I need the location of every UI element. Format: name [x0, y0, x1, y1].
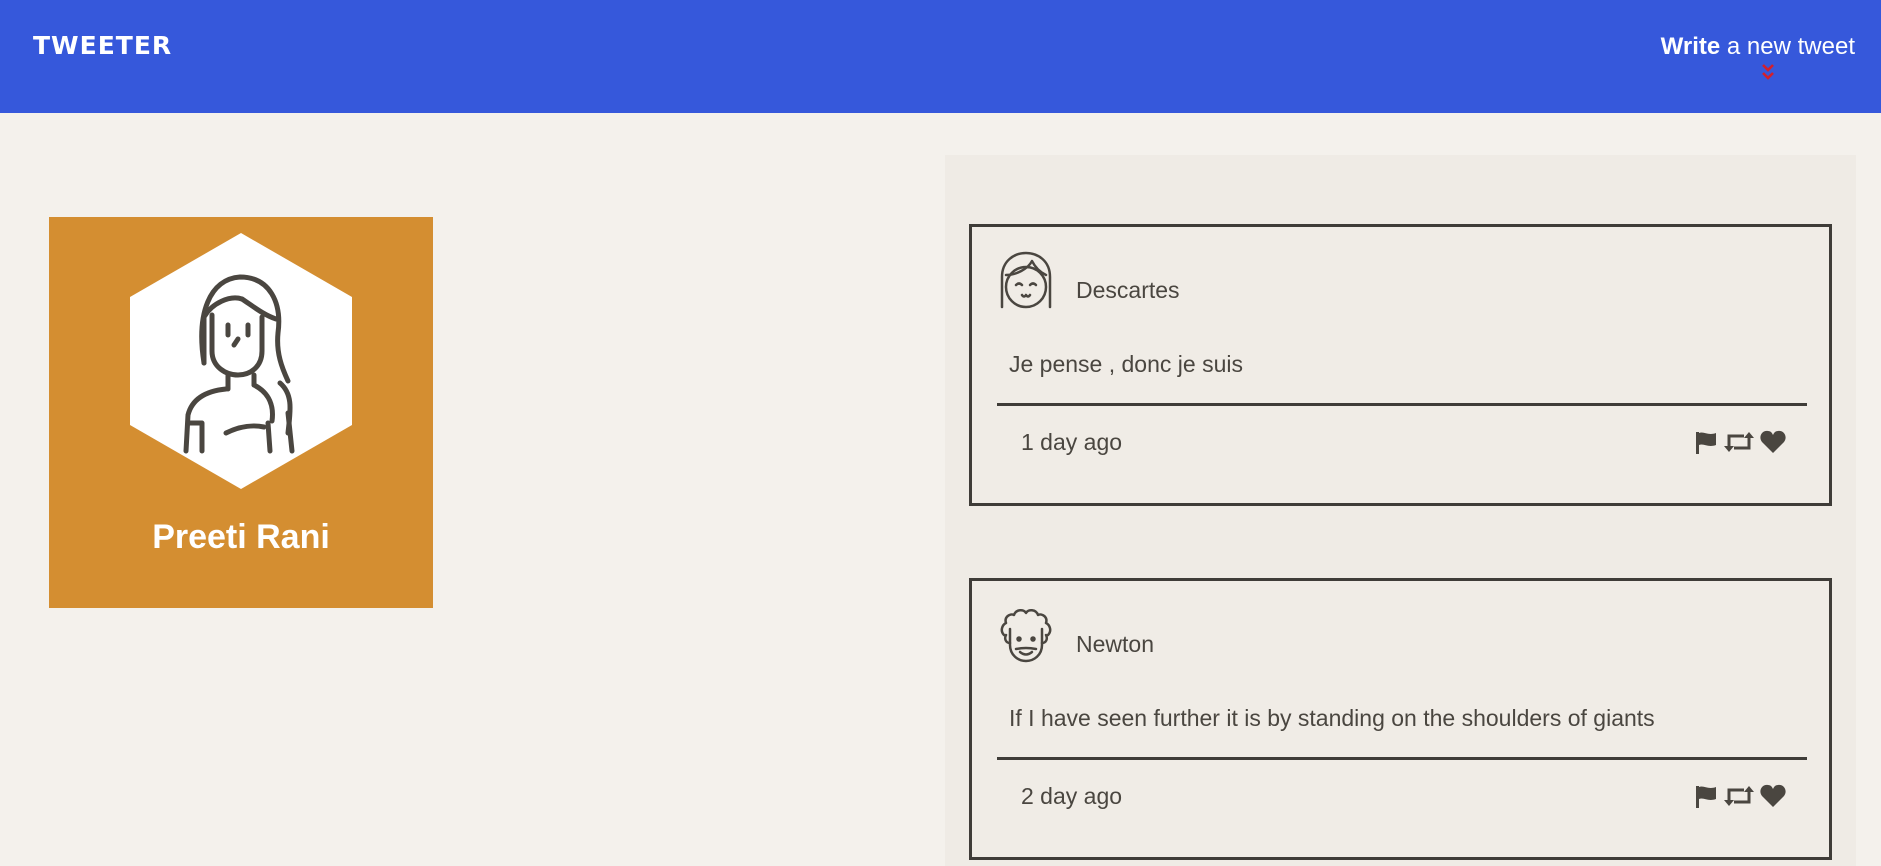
tweet-actions	[1694, 783, 1790, 809]
tweet-author[interactable]: Descartes	[1076, 277, 1180, 304]
heart-icon[interactable]	[1760, 430, 1786, 454]
tweet-feed: Descartes Je pense , donc je suis 1 day …	[945, 155, 1856, 866]
tweet-divider	[997, 757, 1807, 760]
navbar: TWEETER Write a new tweet	[0, 0, 1881, 113]
retweet-icon[interactable]	[1724, 430, 1754, 454]
tweet-actions	[1694, 429, 1790, 455]
heart-icon[interactable]	[1760, 784, 1786, 808]
write-new-tweet-link[interactable]: Write a new tweet	[1661, 33, 1855, 61]
retweet-icon[interactable]	[1724, 784, 1754, 808]
double-chevron-down-icon[interactable]	[1761, 62, 1775, 84]
tweet-timestamp: 2 day ago	[1021, 783, 1123, 809]
tweet-card: Descartes Je pense , donc je suis 1 day …	[969, 224, 1832, 506]
girl-face-icon	[1000, 251, 1052, 309]
flag-icon[interactable]	[1694, 430, 1718, 454]
tweet-card: Newton If I have seen further it is by s…	[969, 578, 1832, 860]
profile-card: Preeti Rani	[49, 217, 433, 608]
curly-hair-face-icon	[1000, 609, 1052, 663]
flag-icon[interactable]	[1694, 784, 1718, 808]
logo[interactable]: TWEETER	[33, 31, 172, 60]
tweet-content: Je pense , donc je suis	[1009, 351, 1243, 377]
profile-name: Preeti Rani	[152, 518, 330, 556]
write-label-rest: a new tweet	[1720, 33, 1855, 60]
tweet-content: If I have seen further it is by standing…	[1009, 705, 1655, 731]
tweet-divider	[997, 403, 1807, 406]
profile-avatar	[130, 233, 352, 489]
tweet-timestamp: 1 day ago	[1021, 429, 1123, 455]
write-label-bold: Write	[1660, 33, 1721, 60]
tweet-author[interactable]: Newton	[1076, 631, 1154, 658]
